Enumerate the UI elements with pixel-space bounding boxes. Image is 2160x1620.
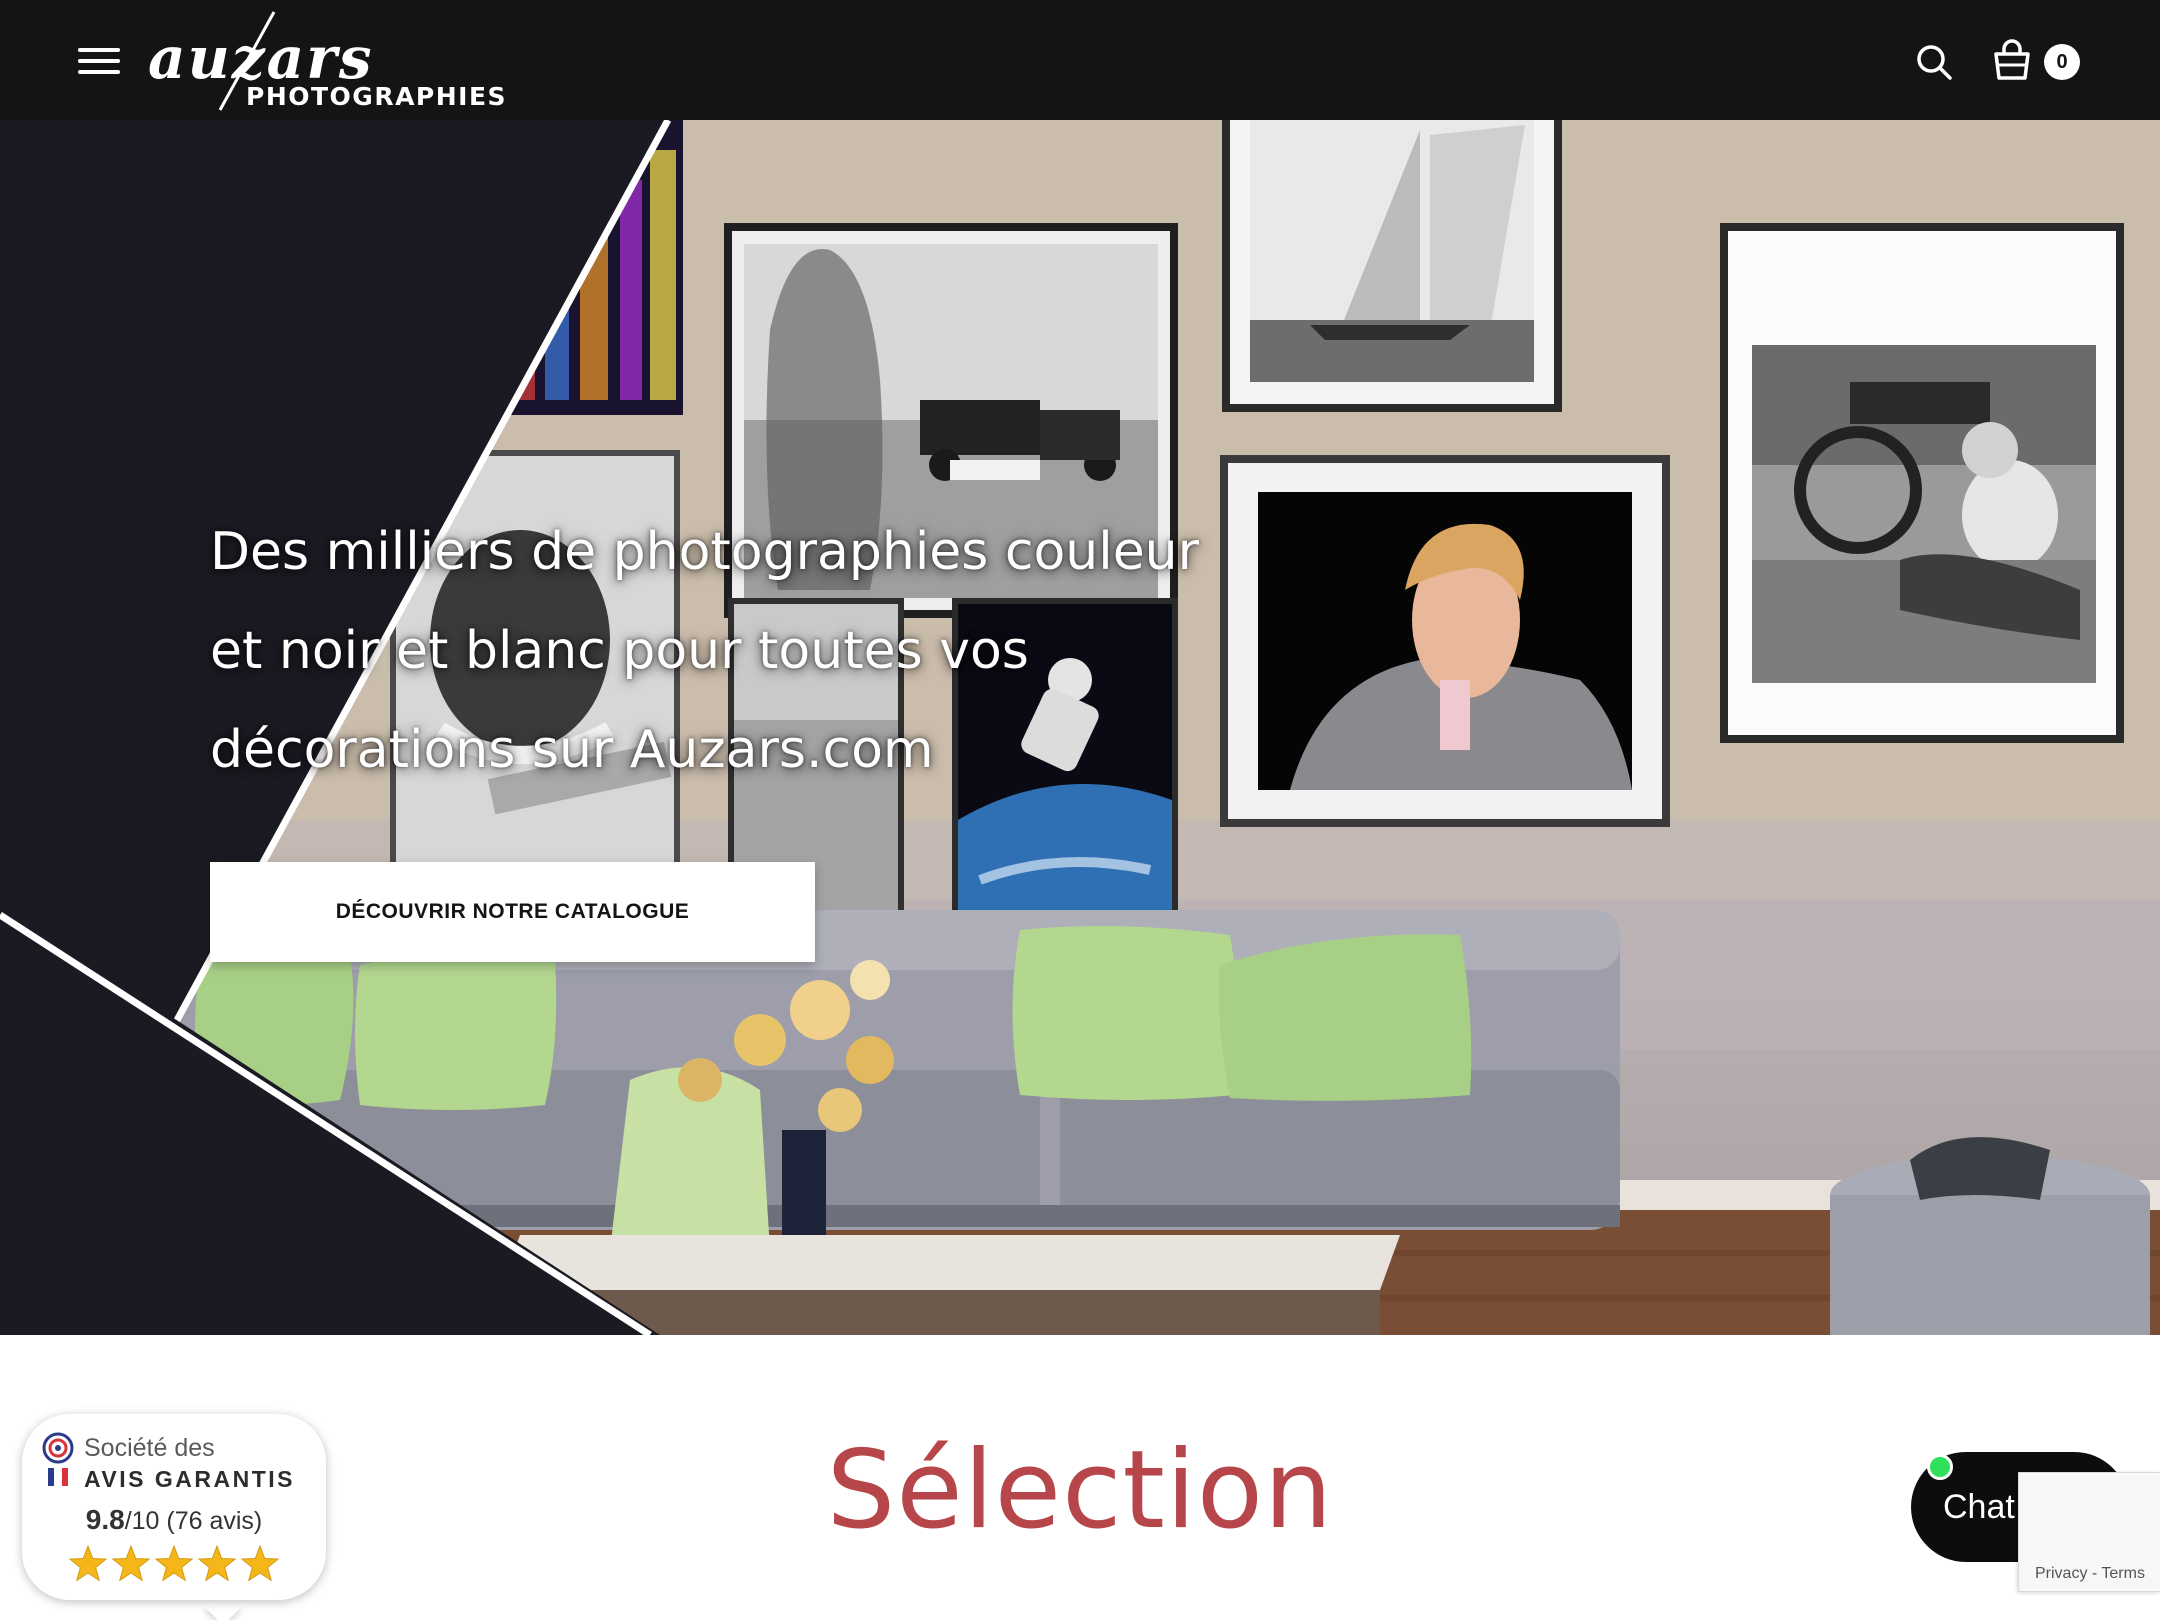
star-icon [240, 1544, 280, 1582]
discover-catalogue-button[interactable]: DÉCOUVRIR NOTRE CATALOGUE [210, 862, 815, 962]
star-icon [197, 1544, 237, 1582]
french-flag-icon [48, 1468, 68, 1486]
star-icon [111, 1544, 151, 1582]
site-header: auzars PHOTOGRAPHIES 0 [0, 0, 2160, 120]
reviews-badge[interactable]: Société des AVIS GARANTIS 9.8/10 (76 avi… [22, 1414, 326, 1600]
chat-label: Chat [1943, 1488, 2015, 1526]
page: auzars PHOTOGRAPHIES 0 Des milliers de p… [0, 0, 2160, 1620]
reviews-badge-brand: AVIS GARANTIS [84, 1466, 295, 1492]
recaptcha-terms-link[interactable]: Terms [2101, 1565, 2145, 1582]
hero-headline: Des milliers de photographies couleur et… [210, 522, 1200, 780]
hero-banner: Des milliers de photographies couleur et… [0, 120, 2160, 1335]
reviews-score-suffix: /10 (76 avis) [124, 1507, 263, 1535]
recaptcha-badge: Privacy - Terms [2018, 1472, 2160, 1592]
star-icon [154, 1544, 194, 1582]
recaptcha-privacy-link[interactable]: Privacy [2035, 1565, 2087, 1582]
reviews-score: 9.8/10 (76 avis) [22, 1504, 326, 1536]
recaptcha-separator: - [2087, 1565, 2102, 1582]
star-icon [68, 1544, 108, 1582]
avis-seal-icon [42, 1432, 74, 1464]
search-icon[interactable] [1914, 42, 1954, 82]
basket-icon[interactable] [1992, 38, 2032, 82]
reviews-score-value: 9.8 [85, 1504, 125, 1535]
site-logo[interactable]: auzars PHOTOGRAPHIES [148, 10, 528, 114]
online-status-indicator [1927, 1454, 1953, 1480]
logo-subtitle: PHOTOGRAPHIES [246, 82, 508, 111]
menu-icon[interactable] [78, 48, 122, 76]
cart-count-badge[interactable]: 0 [2044, 44, 2080, 80]
rating-stars [68, 1544, 280, 1582]
reviews-badge-company: Société des [84, 1434, 215, 1462]
recaptcha-links: Privacy - Terms [2035, 1565, 2145, 1583]
